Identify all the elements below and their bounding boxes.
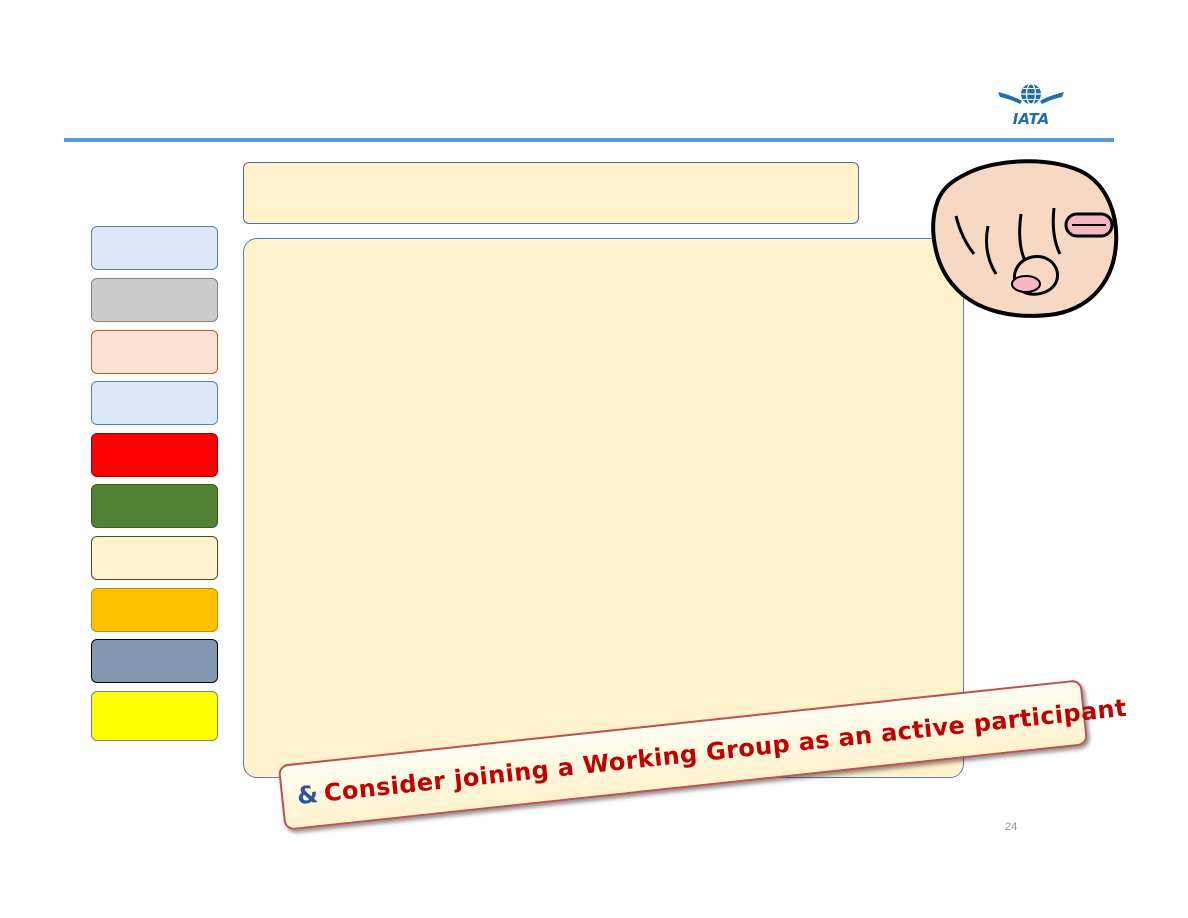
color-swatch-6 [91,484,218,528]
color-swatch-7 [91,536,218,580]
color-swatch-4 [91,381,218,425]
header-divider [64,138,1114,142]
color-swatch-9 [91,639,218,683]
page-number: 24 [1005,821,1018,833]
color-swatch-10 [91,691,218,741]
color-swatch-8 [91,588,218,632]
color-swatch-1 [91,226,218,270]
iata-logo: IATA [998,83,1064,128]
color-swatch-5 [91,433,218,477]
iata-logo-text: IATA [1013,110,1049,128]
banner-prefix: & [295,780,320,811]
content-placeholder-box [243,238,964,778]
pointing-hand-icon [931,159,1119,318]
color-swatch-2 [91,278,218,322]
title-placeholder-box [243,162,859,224]
color-swatch-3 [91,330,218,374]
